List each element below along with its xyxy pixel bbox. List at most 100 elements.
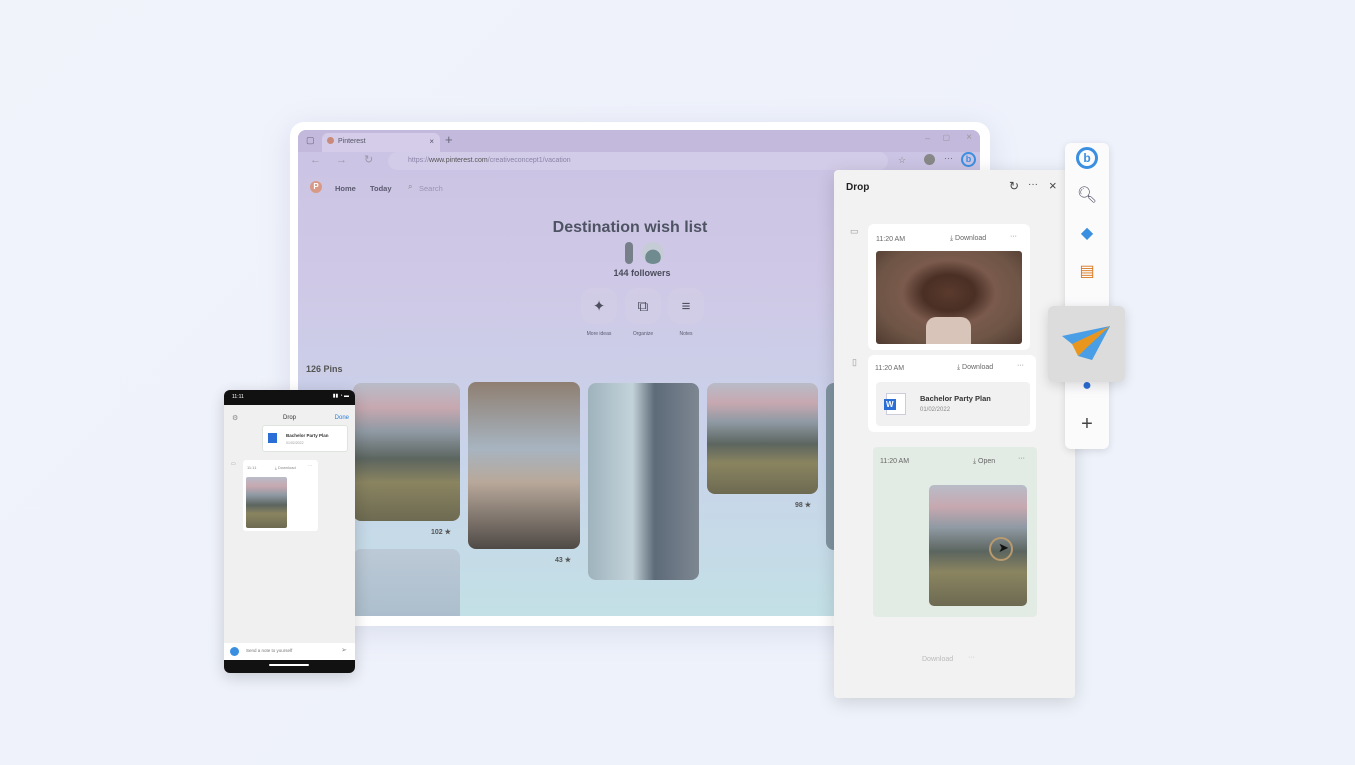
close-icon[interactable]: × — [1049, 178, 1057, 193]
status-bar: 11:11 ▮▮ ◔ ▬ — [224, 390, 355, 405]
open-button[interactable]: ⤓ Open — [973, 458, 995, 466]
pin-image[interactable] — [468, 382, 580, 549]
item-time: 11:20 AM — [876, 236, 906, 243]
pinterest-search-input[interactable]: Search — [419, 184, 443, 193]
search-icon[interactable]: 🔍︎ — [1065, 185, 1109, 205]
bing-chat-icon[interactable]: b — [961, 152, 976, 167]
more-ideas-button[interactable]: ✦ — [581, 288, 617, 324]
more-icon[interactable]: ··· — [944, 153, 953, 163]
follower-avatar — [625, 242, 633, 264]
tab-title: Pinterest — [338, 138, 366, 145]
word-file-icon: W — [884, 393, 906, 415]
send-icon[interactable]: ➢ — [341, 646, 347, 654]
url-prefix: https:// — [408, 157, 430, 164]
pins-count: 126 Pins — [306, 364, 343, 374]
desktop-icon: ▭ — [850, 226, 859, 236]
profile-avatar[interactable] — [924, 154, 935, 165]
phone-download-button[interactable]: ⤓ Download — [275, 465, 296, 470]
search-icon: ⌕ — [408, 182, 413, 191]
nav-home[interactable]: Home — [335, 184, 356, 193]
photo-detail — [926, 317, 971, 344]
edge-sidebar: b 🔍︎ ◆ ▤ ● + — [1065, 143, 1109, 449]
file-name: Bachelor Party Plan — [920, 394, 991, 403]
follower-avatar — [642, 242, 664, 264]
file-attachment[interactable]: W Bachelor Party Plan 01/02/2022 — [876, 382, 1030, 426]
pin-image[interactable] — [707, 383, 818, 494]
drop-icon — [1062, 326, 1110, 360]
word-file-icon — [268, 433, 277, 443]
url-domain: www.pinterest.com — [429, 157, 488, 164]
toolbox-icon[interactable]: ▤ — [1065, 261, 1109, 281]
close-window-icon[interactable]: × — [966, 132, 972, 143]
tag-icon[interactable]: ◆ — [1065, 223, 1109, 243]
phone-drop-item: 11:11 ⤓ Download ··· — [243, 460, 318, 531]
add-icon[interactable]: + — [1065, 413, 1109, 436]
home-indicator — [269, 664, 309, 666]
forward-icon[interactable]: → — [336, 154, 347, 166]
drop-sidebar-button[interactable] — [1048, 306, 1125, 382]
note-input-bar: Send a note to yourself ➢ — [224, 643, 355, 660]
minimize-icon[interactable]: – — [925, 133, 930, 143]
drop-item: 11:20 AM ⤓ Download ··· W Bachelor Party… — [868, 355, 1036, 432]
tab-pinterest[interactable]: Pinterest × — [322, 133, 440, 152]
more-options-icon[interactable]: ··· — [1028, 179, 1038, 190]
refresh-icon[interactable]: ↻ — [364, 153, 373, 166]
sparkle-icon: ✦ — [592, 298, 606, 315]
download-button[interactable]: ⤓ Download — [957, 364, 993, 372]
file-date: 01/02/2022 — [920, 407, 951, 413]
desktop-icon: ▭ — [231, 461, 236, 467]
notes-label: Notes — [679, 331, 693, 337]
pin-count: 43 ★ — [555, 557, 572, 564]
status-time: 11:11 — [232, 394, 244, 400]
pin-image[interactable] — [353, 549, 460, 616]
phone-photo[interactable] — [246, 477, 287, 528]
home-indicator-bar — [224, 660, 355, 673]
notes-button[interactable]: ≡ — [668, 288, 704, 324]
add-attachment-icon[interactable] — [230, 647, 239, 656]
faded-more-icon: ··· — [968, 654, 975, 661]
pinterest-favicon — [327, 137, 334, 144]
signal-battery-icon: ▮▮ ◔ ▬ — [332, 393, 349, 399]
item-more-icon[interactable]: ··· — [1017, 362, 1024, 369]
pin-count: 102 ★ — [431, 529, 451, 536]
pin-image[interactable] — [353, 383, 460, 521]
item-time: 11:20 AM — [875, 365, 905, 372]
drop-item: 11:20 AM ⤓ Download ··· — [868, 224, 1030, 350]
note-input[interactable]: Send a note to yourself — [246, 648, 292, 653]
phone-mockup: 11:11 ▮▮ ◔ ▬ ⚙ Drop Done Bachelor Party … — [224, 390, 355, 673]
bing-icon[interactable]: b — [1065, 147, 1109, 169]
favorite-icon[interactable]: ☆ — [898, 155, 906, 166]
item-more-icon[interactable]: ··· — [308, 463, 312, 468]
tab-bar: ▢ Pinterest × + – ▢ × — [298, 130, 980, 152]
drop-title: Drop — [846, 182, 870, 193]
pin-image[interactable] — [588, 383, 699, 580]
drop-photo[interactable] — [876, 251, 1022, 344]
nav-today[interactable]: Today — [370, 184, 392, 193]
back-icon[interactable]: ← — [310, 154, 321, 166]
drop-item: 11:20 AM ⤓ Open ··· ➤ — [873, 447, 1037, 617]
done-button[interactable]: Done — [335, 415, 349, 421]
pin-count: 98 ★ — [795, 502, 812, 509]
cursor-icon: ➤ — [998, 540, 1009, 555]
more-ideas-label: More ideas — [586, 331, 612, 337]
close-tab-icon[interactable]: × — [429, 137, 434, 146]
new-tab-icon[interactable]: + — [445, 132, 453, 147]
phone-file-item[interactable]: Bachelor Party Plan 01/02/2022 — [262, 425, 348, 452]
drop-panel: Drop ↻ ··· × ▭ 11:20 AM ⤓ Download ··· ▯… — [834, 170, 1075, 698]
item-time: 11:20 AM — [880, 458, 910, 465]
pinterest-logo[interactable]: P — [310, 181, 322, 193]
phone-file-date: 01/02/2022 — [286, 441, 304, 445]
sync-icon[interactable]: ↻ — [1009, 179, 1019, 193]
tab-actions-icon[interactable]: ▢ — [306, 135, 315, 146]
url-path: /creativeconcept1/vacation — [487, 157, 571, 164]
notes-icon: ≡ — [681, 297, 691, 315]
download-button[interactable]: ⤓ Download — [950, 235, 986, 243]
phone-icon: ▯ — [852, 357, 857, 367]
organize-button[interactable]: ⧉ — [625, 288, 661, 324]
maximize-icon[interactable]: ▢ — [942, 133, 950, 142]
item-more-icon[interactable]: ··· — [1010, 233, 1017, 240]
address-bar[interactable]: https://www.pinterest.com/creativeconcep… — [388, 152, 888, 170]
phone-item-time: 11:11 — [247, 465, 257, 470]
item-more-icon[interactable]: ··· — [1018, 455, 1025, 462]
phone-file-name: Bachelor Party Plan — [286, 433, 329, 438]
